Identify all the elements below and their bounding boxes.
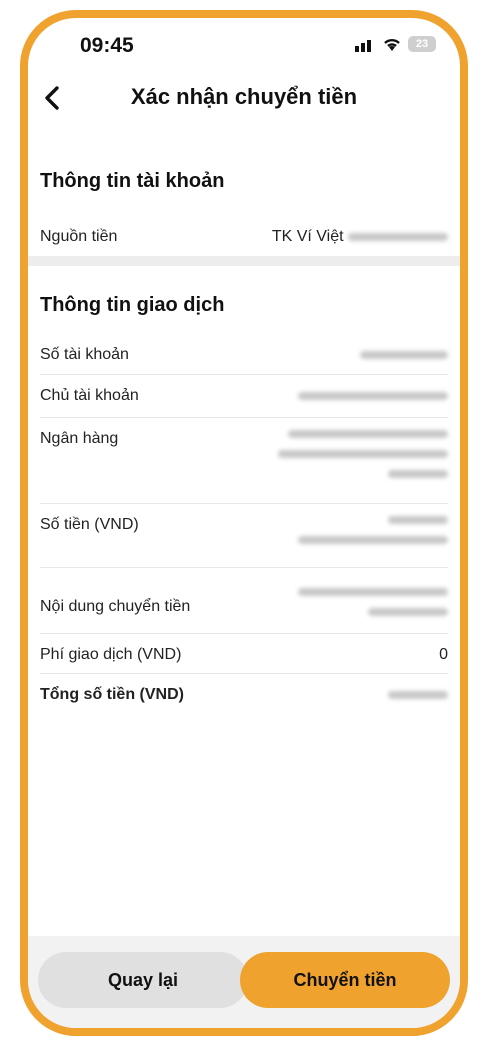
account-number-label: Số tài khoản [40,346,129,363]
amount-row: Số tiền (VND) [40,516,448,544]
transfer-button[interactable]: Chuyển tiền [240,952,450,1008]
row-divider [40,567,448,568]
total-label: Tổng số tiền (VND) [40,686,184,703]
page-title: Xác nhận chuyển tiền [130,84,358,109]
transaction-info-heading: Thông tin giao dịch [40,294,225,316]
bank-row: Ngân hàng [40,430,448,478]
battery-icon: 23 [408,36,436,52]
section-divider [28,256,460,266]
transfer-content-label: Nội dung chuyển tiền [40,598,191,615]
row-divider [40,633,448,634]
phone-frame: 09:45 23 Xác nhận chuyển tiền Thông tin … [20,10,468,1036]
source-label: Nguồn tiền [40,228,118,245]
bottom-action-bar: Quay lại Chuyển tiền [28,936,460,1028]
amount-label: Số tiền (VND) [40,516,139,533]
row-divider [40,503,448,504]
account-holder-row: Chủ tài khoản [40,387,448,405]
fee-row: Phí giao dịch (VND) 0 [40,646,448,664]
header: Xác nhận chuyển tiền [28,74,460,124]
back-button[interactable]: Quay lại [38,952,248,1008]
transfer-content-row: Nội dung chuyển tiền [40,580,448,616]
row-divider [40,673,448,674]
status-icons: 23 [354,36,436,52]
bank-label: Ngân hàng [40,430,119,447]
fee-label: Phí giao dịch (VND) [40,646,182,663]
total-row: Tổng số tiền (VND) [40,686,448,704]
account-number-row: Số tài khoản [40,346,448,364]
account-info-heading: Thông tin tài khoản [40,170,225,192]
row-divider [40,374,448,375]
source-value: TK Ví Việt [272,228,448,246]
source-row: Nguồn tiền TK Ví Việt [40,228,448,246]
row-divider [40,417,448,418]
wifi-icon [384,38,400,51]
fee-value: 0 [439,646,448,663]
status-time: 09:45 [80,34,134,57]
account-holder-label: Chủ tài khoản [40,387,139,404]
status-bar: 09:45 23 [28,18,460,68]
signal-icon [355,40,371,52]
